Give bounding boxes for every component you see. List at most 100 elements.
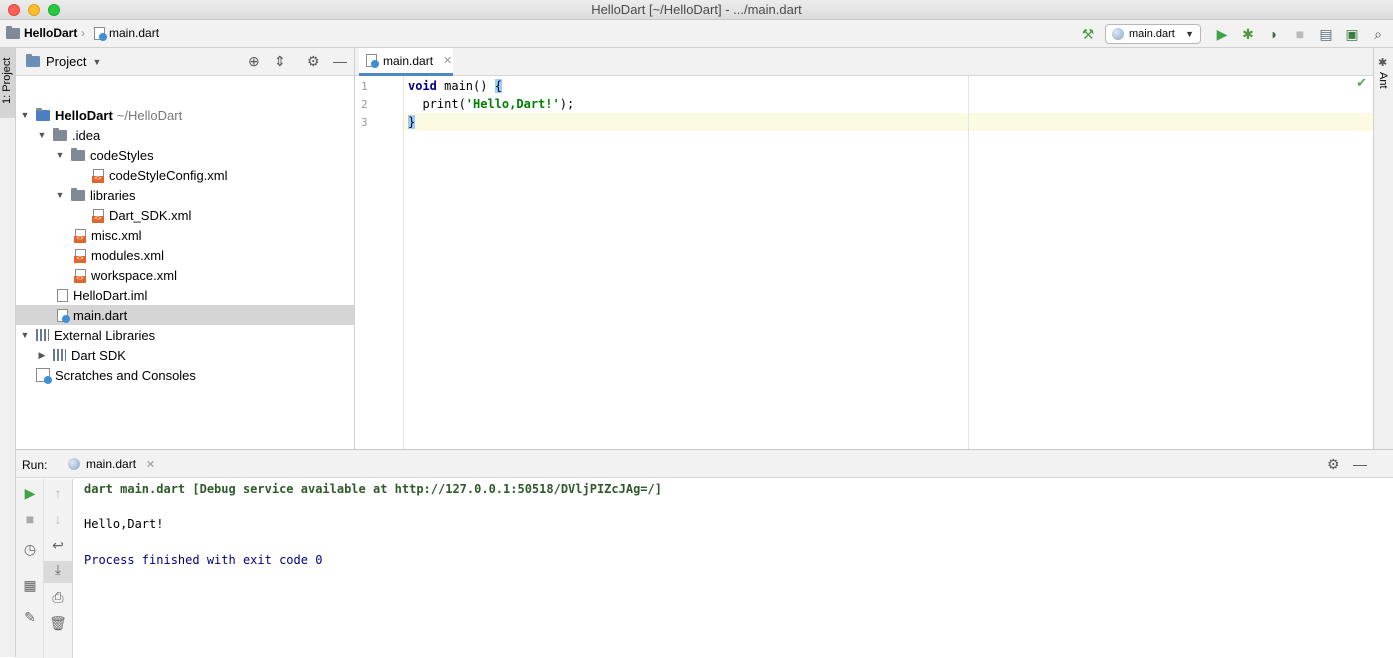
build-hammer-icon[interactable]: ⚒ <box>1077 23 1099 45</box>
tree-item-label: misc.xml <box>91 227 142 243</box>
code-line-2[interactable]: print('Hello,Dart!'); <box>408 95 574 113</box>
ant-tool-window-button[interactable]: Ant <box>1377 72 1389 89</box>
stop-icon[interactable]: ■ <box>16 511 44 527</box>
tree-item-workspace-xml[interactable]: workspace.xml <box>16 265 355 285</box>
line-number: 1 <box>361 80 368 93</box>
search-icon[interactable]: ⌕ <box>1367 23 1389 45</box>
chevron-down-icon: ▼ <box>1185 29 1194 39</box>
code-line-3[interactable]: } <box>408 113 416 131</box>
collapse-arrow-icon[interactable]: ▶ <box>37 350 47 361</box>
hide-panel-icon[interactable]: — <box>1353 456 1367 472</box>
timer-icon[interactable]: ◷ <box>16 541 44 558</box>
terminal-icon[interactable]: ▣ <box>1341 23 1363 45</box>
expand-arrow-icon[interactable]: ▼ <box>20 110 30 120</box>
expand-arrow-icon[interactable]: ▼ <box>55 150 65 160</box>
editor-tabs: main.dart ✕ <box>355 48 1373 76</box>
code-text: print( <box>408 97 466 111</box>
gear-icon[interactable]: ⚙ <box>1327 456 1340 473</box>
tree-item-dart-sdk[interactable]: ▶ Dart SDK <box>16 345 355 365</box>
hide-panel-icon[interactable]: — <box>333 53 347 69</box>
chevron-down-icon: ▼ <box>92 56 102 67</box>
breadcrumb-file[interactable]: main.dart <box>94 26 160 41</box>
tree-item-external-libraries[interactable]: ▼ External Libraries <box>16 325 355 345</box>
expand-arrow-icon[interactable]: ▼ <box>37 130 47 140</box>
code-keyword: void <box>408 79 437 93</box>
arrow-up-icon[interactable]: ↑ <box>44 485 72 501</box>
project-view-selector[interactable]: Project ▼ <box>26 54 101 69</box>
gear-icon[interactable]: ⚙ <box>307 53 320 70</box>
tree-item-modules-xml[interactable]: modules.xml <box>16 245 355 265</box>
run-tab-main-dart[interactable]: main.dart ✕ <box>64 450 159 478</box>
folder-icon <box>53 127 67 141</box>
breadcrumb-separator-icon: › <box>81 26 85 40</box>
project-tool-window-button[interactable]: 1: Project <box>0 48 15 118</box>
trash-icon[interactable]: 🗑 <box>44 615 72 632</box>
project-folder-icon <box>6 25 20 39</box>
tree-item-label: codeStyles <box>90 147 154 163</box>
run-play-icon[interactable]: ▶ <box>1211 23 1233 45</box>
folder-icon <box>71 187 85 201</box>
tree-item-libraries[interactable]: ▼ libraries <box>16 185 355 205</box>
breadcrumb-project[interactable]: HelloDart <box>6 25 77 40</box>
debug-bug-icon[interactable]: ✱ <box>1237 23 1259 45</box>
close-tab-icon[interactable]: ✕ <box>146 458 155 471</box>
expand-arrow-icon[interactable]: ▼ <box>55 190 65 200</box>
tree-item-hellodart[interactable]: ▼ HelloDart ~/HelloDart <box>16 105 355 125</box>
arrow-down-icon[interactable]: ↓ <box>44 511 72 527</box>
no-problems-check-icon[interactable]: ✔ <box>1356 75 1367 91</box>
locate-file-icon[interactable]: ⊕ <box>248 53 260 70</box>
pin-icon[interactable]: ✎ <box>16 609 44 626</box>
print-icon[interactable]: ⎙ <box>44 589 72 606</box>
close-tab-icon[interactable]: ✕ <box>443 54 452 67</box>
dart-file-icon <box>57 308 70 323</box>
dart-file-icon <box>94 26 107 41</box>
editor-gutter: 1 2 3 <box>355 76 404 449</box>
run-with-coverage-icon[interactable]: ◗ <box>1263 23 1285 45</box>
console-command-line[interactable]: dart main.dart [Debug service available … <box>84 482 662 496</box>
xml-file-icon <box>92 208 104 223</box>
tree-item-path: ~/HelloDart <box>116 107 183 123</box>
run-panel-header: Run: main.dart ✕ ⚙ — <box>16 450 1393 478</box>
tree-item-dart-sdk-xml[interactable]: Dart_SDK.xml <box>16 205 355 225</box>
dart-file-icon <box>366 54 379 68</box>
tree-item-label: Scratches and Consoles <box>55 367 196 383</box>
tree-item-scratches[interactable]: Scratches and Consoles <box>16 365 355 385</box>
breadcrumb-file-label: main.dart <box>109 26 160 40</box>
project-view-label: Project <box>46 54 87 69</box>
project-structure-icon[interactable]: ▤ <box>1315 23 1337 45</box>
run-config-icon <box>1112 28 1124 40</box>
tree-item-misc-xml[interactable]: misc.xml <box>16 225 355 245</box>
tree-item-label: modules.xml <box>91 247 164 263</box>
code-line-1[interactable]: void main() { <box>408 77 502 95</box>
rerun-icon[interactable]: ▶ <box>16 485 44 502</box>
left-tool-stripe: 1: Project <box>0 48 16 657</box>
editor-tab-main-dart[interactable]: main.dart ✕ <box>359 48 453 76</box>
layout-icon[interactable]: ▦ <box>16 577 44 594</box>
soft-wrap-icon[interactable]: ↩ <box>44 537 72 554</box>
project-panel: Project ▼ ⊕ ⇕ ⚙ — ▼ HelloDart ~/HelloDar… <box>16 48 355 449</box>
code-brace: { <box>494 79 502 93</box>
folder-icon <box>71 147 85 161</box>
code-brace: } <box>408 115 416 129</box>
tree-item-label: External Libraries <box>54 327 156 343</box>
tree-item-label: workspace.xml <box>91 267 177 283</box>
tree-item-label: Dart SDK <box>71 347 126 363</box>
right-tool-stripe: ✱ Ant <box>1373 48 1393 449</box>
code-text: ); <box>559 97 575 111</box>
console-exit-line[interactable]: Process finished with exit code 0 <box>84 553 322 567</box>
external-libraries-icon <box>36 329 49 341</box>
code-editor: main.dart ✕ 1 2 3 void main() { print('H… <box>355 48 1373 449</box>
tree-item-codestyles[interactable]: ▼ codeStyles <box>16 145 355 165</box>
xml-file-icon <box>92 168 104 183</box>
tree-item-main-dart[interactable]: main.dart <box>16 305 355 325</box>
stop-icon[interactable]: ■ <box>1289 23 1311 45</box>
tree-item-codestyleconfig[interactable]: codeStyleConfig.xml <box>16 165 355 185</box>
collapse-all-icon[interactable]: ⇕ <box>274 53 286 70</box>
tree-item-idea[interactable]: ▼ .idea <box>16 125 355 145</box>
tree-item-label: main.dart <box>73 307 128 323</box>
console-output-line[interactable]: Hello,Dart! <box>84 517 163 531</box>
tree-item-hellodart-iml[interactable]: HelloDart.iml <box>16 285 355 305</box>
run-configuration-select[interactable]: main.dart ▼ <box>1105 24 1201 44</box>
scroll-to-end-icon[interactable]: ⤓ <box>44 561 72 583</box>
expand-arrow-icon[interactable]: ▼ <box>20 330 30 340</box>
